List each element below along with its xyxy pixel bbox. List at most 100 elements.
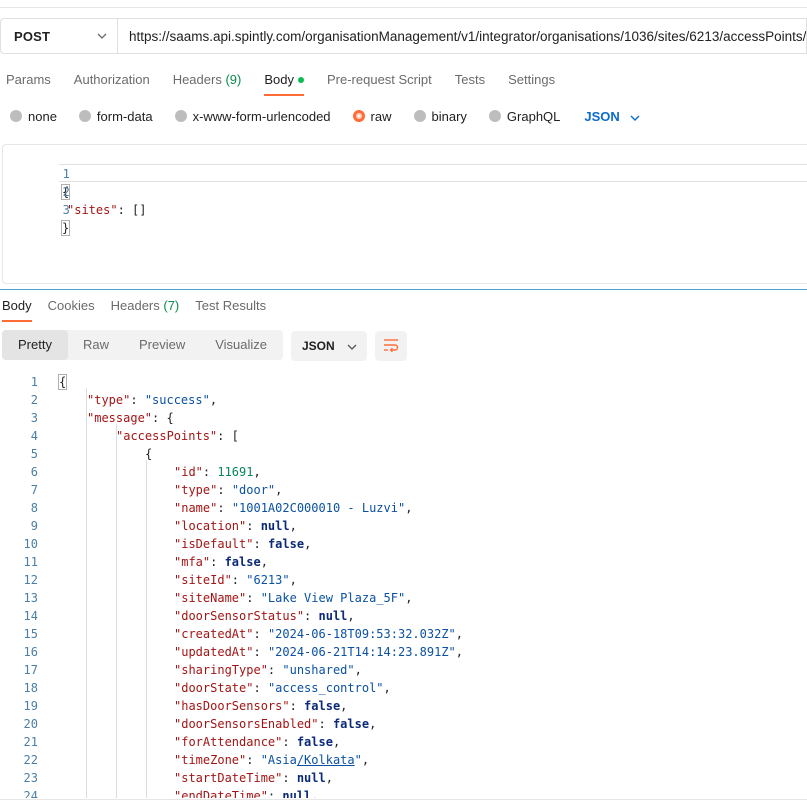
code-text: "sharingType": "unshared", bbox=[174, 661, 362, 679]
json-key: "siteId" bbox=[174, 573, 232, 587]
line-number: 14 bbox=[23, 609, 38, 623]
code-text: "type": "door", bbox=[174, 481, 282, 499]
code-bracket: { bbox=[58, 374, 68, 390]
tab-response-headers[interactable]: Headers (7) bbox=[111, 296, 180, 320]
response-body-viewer[interactable]: 1{2 "type": "success", 3 "message": {4 "acce… bbox=[0, 372, 807, 798]
json-value: false bbox=[296, 735, 333, 749]
code-line: 23 "startDateTime": null, bbox=[0, 769, 807, 787]
json-key: "updatedAt" bbox=[174, 645, 254, 659]
code-text: "doorSensorsEnabled": false, bbox=[174, 715, 376, 733]
code-line: 8 "name": "1001A02C000010 - Luzvi", bbox=[0, 499, 807, 517]
json-punct: : bbox=[246, 753, 261, 767]
radio-label: raw bbox=[370, 108, 392, 124]
tab-response-body[interactable]: Body bbox=[2, 296, 32, 322]
code-line: 5{ bbox=[0, 445, 807, 463]
json-punct: : bbox=[253, 645, 268, 659]
code-line: 6 "id": 11691, bbox=[0, 463, 807, 481]
tab-authorization[interactable]: Authorization bbox=[74, 70, 150, 94]
json-value: "2024-06-18T09:53:32.032Z" bbox=[267, 627, 456, 641]
radio-icon bbox=[10, 110, 22, 122]
tab-body-label: Body bbox=[264, 72, 294, 87]
body-type-binary[interactable]: binary bbox=[413, 109, 467, 124]
json-punct: , bbox=[304, 537, 312, 551]
view-raw-button[interactable]: Raw bbox=[68, 330, 124, 360]
request-body-editor[interactable]: 1 { 2 "sites": [] 3 } bbox=[2, 144, 807, 284]
json-key: "message" bbox=[87, 411, 153, 425]
response-format-select[interactable]: JSON bbox=[291, 331, 367, 361]
code-line: 3 } bbox=[3, 183, 807, 236]
json-punct: : [] bbox=[117, 203, 147, 217]
code-line: 1{ bbox=[0, 373, 807, 391]
body-type-none[interactable]: none bbox=[10, 109, 57, 124]
json-key: "doorSensorsEnabled" bbox=[174, 717, 319, 731]
view-mode-group: Pretty Raw Preview Visualize bbox=[2, 330, 283, 360]
method-select[interactable]: POST bbox=[0, 18, 117, 54]
json-punct: , bbox=[275, 483, 283, 497]
json-key: "sharingType" bbox=[174, 663, 268, 677]
body-type-urlencoded[interactable]: x-www-form-urlencoded bbox=[174, 109, 331, 124]
radio-selected-icon bbox=[352, 110, 365, 122]
json-punct: : bbox=[253, 627, 268, 641]
json-punct: : bbox=[289, 699, 305, 713]
chevron-down-icon bbox=[97, 31, 107, 41]
top-strip bbox=[0, 0, 807, 8]
line-number: 21 bbox=[23, 735, 38, 749]
json-key: "mfa" bbox=[174, 555, 211, 569]
wrap-lines-button[interactable] bbox=[375, 331, 407, 361]
json-key: "isDefault" bbox=[174, 537, 254, 551]
json-punct: , bbox=[260, 555, 268, 569]
json-key: "sites" bbox=[67, 203, 118, 217]
request-url-bar: POST https://saams.api.spintly.com/organ… bbox=[0, 18, 807, 54]
body-format-label: JSON bbox=[584, 108, 620, 124]
radio-label: GraphQL bbox=[506, 108, 561, 124]
body-type-graphql[interactable]: GraphQL bbox=[488, 108, 561, 124]
json-punct: : bbox=[246, 591, 261, 605]
code-line: 2 "sites": [] bbox=[3, 165, 807, 217]
code-text: "timeZone": "Asia/Kolkata", bbox=[174, 751, 369, 769]
json-key: "accessPoints" bbox=[116, 429, 218, 443]
pane-divider[interactable] bbox=[0, 289, 807, 290]
view-pretty-button[interactable]: Pretty bbox=[2, 330, 68, 360]
code-text: { bbox=[145, 445, 152, 463]
line-number: 3 bbox=[30, 411, 38, 425]
json-punct: : bbox=[210, 555, 225, 569]
json-punct: , bbox=[455, 627, 464, 641]
radio-label: none bbox=[28, 108, 57, 124]
code-text: { bbox=[58, 373, 68, 391]
tab-settings[interactable]: Settings bbox=[508, 70, 555, 94]
json-punct: , bbox=[361, 753, 370, 767]
view-visualize-button[interactable]: Visualize bbox=[200, 330, 282, 360]
line-number: 17 bbox=[23, 663, 38, 677]
tab-tests[interactable]: Tests bbox=[455, 70, 485, 94]
json-key: "name" bbox=[174, 501, 218, 515]
code-text: "type": "success", bbox=[87, 391, 217, 409]
body-type-raw[interactable]: raw bbox=[352, 108, 392, 124]
tab-headers[interactable]: Headers (9) bbox=[173, 70, 242, 94]
tab-test-results[interactable]: Test Results bbox=[195, 296, 266, 320]
json-punct: : bbox=[231, 573, 247, 587]
body-format-select[interactable]: JSON bbox=[584, 108, 640, 124]
code-text: "createdAt": "2024-06-18T09:53:32.032Z", bbox=[174, 625, 463, 643]
json-punct: : bbox=[253, 681, 268, 695]
line-number: 22 bbox=[23, 753, 38, 767]
code-line: 7 "type": "door", bbox=[0, 481, 807, 499]
view-preview-button[interactable]: Preview bbox=[124, 330, 200, 360]
line-number: 16 bbox=[23, 645, 38, 659]
json-punct: , bbox=[455, 645, 464, 659]
tab-params[interactable]: Params bbox=[6, 70, 51, 94]
code-text: "message": { bbox=[87, 409, 174, 427]
code-line: 4 "accessPoints": [ bbox=[0, 427, 807, 445]
tab-cookies[interactable]: Cookies bbox=[48, 296, 95, 320]
json-punct: : bbox=[253, 537, 268, 551]
line-number: 11 bbox=[23, 555, 38, 569]
code-line: 1 { bbox=[3, 147, 807, 200]
tab-body[interactable]: Body bbox=[264, 70, 304, 96]
body-type-form-data[interactable]: form-data bbox=[78, 109, 153, 124]
line-number: 12 bbox=[23, 573, 38, 587]
json-punct: : bbox=[267, 789, 283, 798]
url-input[interactable]: https://saams.api.spintly.com/organisati… bbox=[117, 18, 807, 54]
code-line: 20 "doorSensorsEnabled": false, bbox=[0, 715, 807, 733]
code-text: "accessPoints": [ bbox=[116, 427, 239, 445]
json-punct: : [ bbox=[217, 429, 239, 443]
tab-pre-request-script[interactable]: Pre-request Script bbox=[327, 70, 432, 94]
